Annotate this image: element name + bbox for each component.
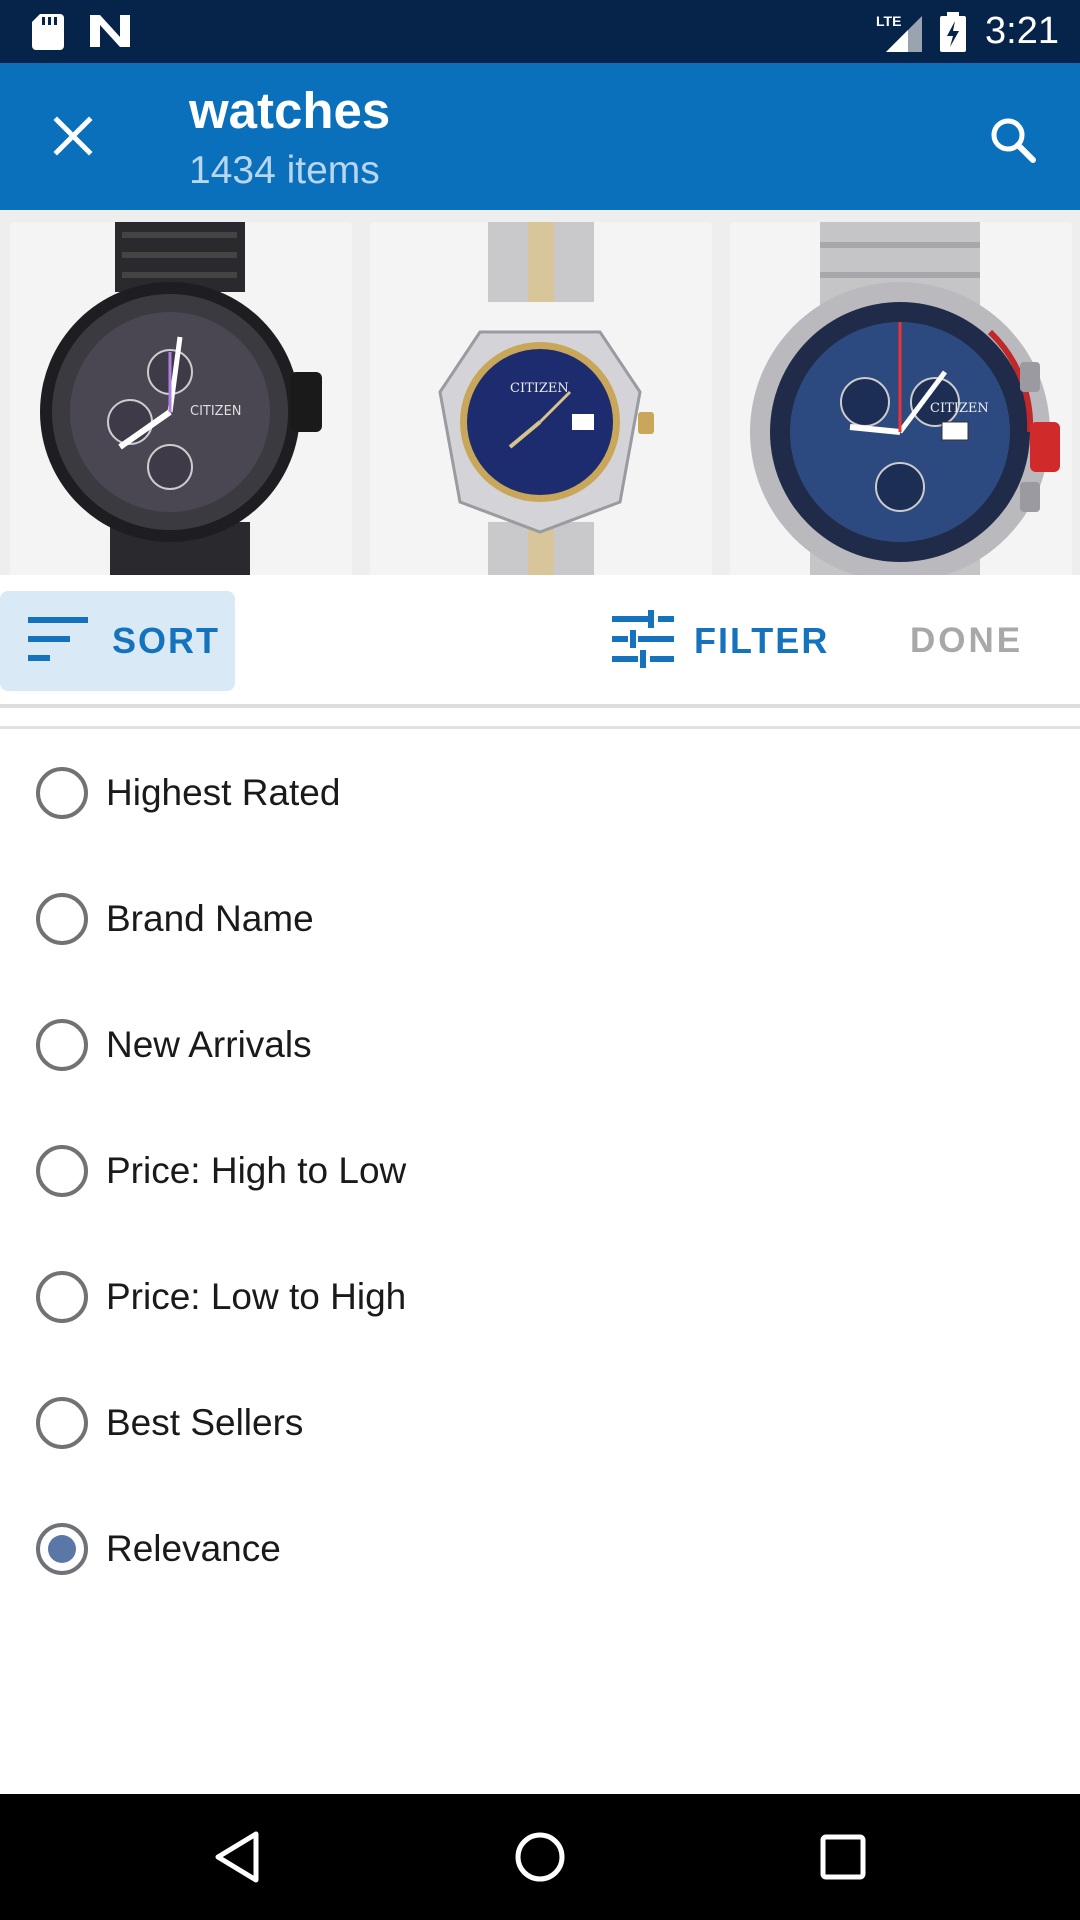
radio-button-selected[interactable] [36, 1523, 88, 1575]
lte-signal-icon: LTE [876, 12, 922, 57]
product-card[interactable]: CITIZEN [10, 222, 352, 575]
filter-sliders-icon [612, 609, 674, 673]
search-button[interactable] [978, 107, 1048, 177]
sort-button[interactable]: SORT [0, 591, 235, 691]
svg-text:LTE: LTE [876, 13, 901, 29]
home-button[interactable] [505, 1824, 575, 1894]
svg-text:CITIZEN: CITIZEN [930, 401, 989, 416]
filter-button[interactable]: FILTER [612, 591, 829, 691]
sort-icon [28, 616, 90, 666]
search-icon [989, 116, 1037, 169]
done-button[interactable]: DONE [910, 591, 1023, 691]
sort-option-label: Price: Low to High [106, 1276, 407, 1317]
divider [0, 726, 1080, 729]
system-nav-bar [0, 1794, 1080, 1920]
recents-button[interactable] [808, 1824, 878, 1894]
clock: 3:21 [985, 10, 1059, 52]
sort-filter-toolbar: SORT FILTER DONE [0, 575, 1080, 705]
radio-button[interactable] [36, 1397, 88, 1449]
watch-image-chrono: CITIZEN [750, 222, 1060, 575]
sort-option-label: Best Sellers [106, 1402, 304, 1443]
sort-option-label: Relevance [106, 1528, 281, 1569]
svg-text:CITIZEN: CITIZEN [510, 381, 569, 396]
product-card[interactable]: CITIZEN [370, 222, 712, 575]
radio-selected-dot [48, 1535, 76, 1563]
item-count: 1434 items [189, 149, 380, 192]
sort-option-label: Brand Name [106, 898, 314, 939]
n-app-icon [90, 15, 130, 52]
filter-label: FILTER [694, 620, 830, 661]
status-bar: LTE 3:21 [0, 0, 1080, 63]
battery-charging-icon [940, 12, 966, 57]
sd-card-icon [32, 14, 64, 55]
product-carousel[interactable]: CITIZEN CITIZEN CITIZEN [0, 210, 1080, 575]
sort-option-highest-rated[interactable]: Highest Rated [0, 730, 1080, 856]
sort-option-price-high-to-low[interactable]: Price: High to Low [0, 1108, 1080, 1234]
sort-option-label: New Arrivals [106, 1024, 312, 1065]
app-bar: watches 1434 items [0, 63, 1080, 210]
sort-option-label: Price: High to Low [106, 1150, 407, 1191]
radio-button[interactable] [36, 1271, 88, 1323]
svg-text:CITIZEN: CITIZEN [190, 404, 242, 419]
radio-button[interactable] [36, 1019, 88, 1071]
radio-button[interactable] [36, 893, 88, 945]
home-icon [514, 1831, 566, 1888]
watch-image-black: CITIZEN [40, 222, 322, 575]
page-title: watches [189, 82, 391, 139]
divider [0, 704, 1080, 708]
product-card[interactable]: CITIZEN [730, 222, 1072, 575]
close-button[interactable] [40, 105, 106, 171]
sort-option-new-arrivals[interactable]: New Arrivals [0, 982, 1080, 1108]
radio-button[interactable] [36, 1145, 88, 1197]
sort-option-price-low-to-high[interactable]: Price: Low to High [0, 1234, 1080, 1360]
sort-option-best-sellers[interactable]: Best Sellers [0, 1360, 1080, 1486]
sort-option-relevance[interactable]: Relevance [0, 1486, 1080, 1612]
recents-icon [820, 1834, 866, 1885]
radio-button[interactable] [36, 767, 88, 819]
sort-option-brand-name[interactable]: Brand Name [0, 856, 1080, 982]
back-icon [214, 1831, 260, 1888]
sort-label: SORT [112, 620, 221, 661]
back-button[interactable] [202, 1824, 272, 1894]
close-icon [53, 115, 93, 161]
watch-image-blue: CITIZEN [438, 222, 654, 575]
sort-option-label: Highest Rated [106, 772, 341, 813]
